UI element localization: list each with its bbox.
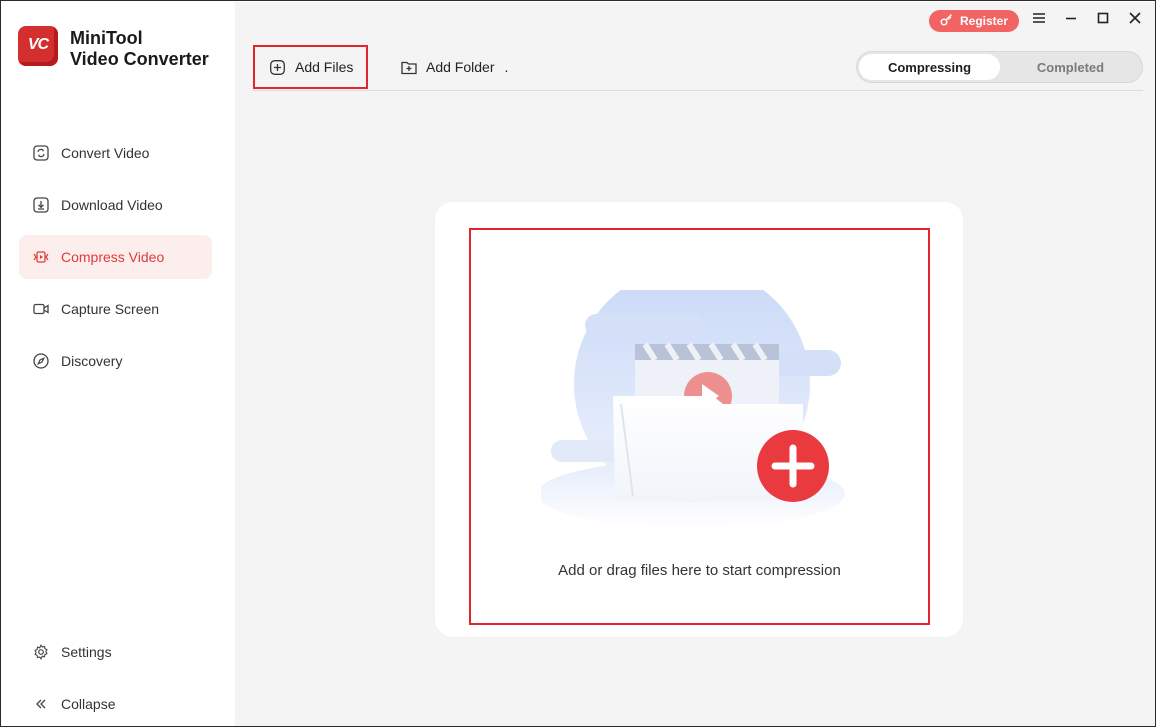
add-folder-button[interactable]: Add Folder . <box>401 45 521 89</box>
tab-compressing[interactable]: Compressing <box>859 54 1000 80</box>
app-logo: VC <box>18 26 58 66</box>
sidebar-item-convert-video[interactable]: Convert Video <box>19 131 212 175</box>
maximize-button[interactable] <box>1093 10 1113 30</box>
convert-icon <box>33 145 49 161</box>
gear-icon <box>33 644 49 660</box>
sidebar-item-label: Download Video <box>61 197 163 213</box>
sidebar-item-label: Compress Video <box>61 249 165 265</box>
sidebar-item-collapse[interactable]: Collapse <box>19 682 212 726</box>
file-drop-zone[interactable]: Add or drag files here to start compress… <box>469 228 930 625</box>
tab-completed[interactable]: Completed <box>1000 54 1141 80</box>
status-tabs: Compressing Completed <box>856 51 1143 83</box>
drop-zone-hint: Add or drag files here to start compress… <box>558 562 841 579</box>
minimize-icon <box>1065 11 1077 29</box>
hamburger-icon <box>1033 11 1045 29</box>
add-files-label: Add Files <box>295 59 354 75</box>
sidebar-item-label: Discovery <box>61 353 123 369</box>
camera-icon <box>33 301 49 317</box>
add-folder-dropdown-dot[interactable]: . <box>504 59 508 75</box>
download-icon <box>33 197 49 213</box>
main-panel: Register Add Files Add Folder . Compress… <box>235 2 1155 726</box>
maximize-icon <box>1097 11 1109 29</box>
add-files-illustration <box>541 290 845 528</box>
menu-button[interactable] <box>1029 10 1049 30</box>
sidebar: VC MiniTool Video Converter Convert Vide… <box>2 2 235 726</box>
sidebar-item-compress-video[interactable]: Compress Video <box>19 235 212 279</box>
sidebar-item-capture-screen[interactable]: Capture Screen <box>19 287 212 331</box>
register-label: Register <box>959 14 1009 28</box>
register-button[interactable]: Register <box>929 10 1019 32</box>
toolbar-divider <box>253 90 1143 91</box>
sidebar-item-download-video[interactable]: Download Video <box>19 183 212 227</box>
close-button[interactable] <box>1125 10 1145 30</box>
add-folder-label: Add Folder <box>426 59 495 75</box>
app-title: MiniTool Video Converter <box>70 28 230 70</box>
minimize-button[interactable] <box>1061 10 1081 30</box>
sidebar-item-label: Capture Screen <box>61 301 160 317</box>
app-title-line1: MiniTool <box>70 28 143 48</box>
double-chevron-left-icon <box>33 696 49 712</box>
add-files-button[interactable]: Add Files <box>253 45 368 89</box>
logo-text: VC <box>27 36 49 53</box>
app-title-line2: Video Converter <box>70 49 209 69</box>
sidebar-item-discovery[interactable]: Discovery <box>19 339 212 383</box>
key-icon <box>940 13 953 29</box>
drop-card: Add or drag files here to start compress… <box>435 202 963 637</box>
compress-icon <box>33 249 49 265</box>
add-file-icon <box>270 59 285 75</box>
app-window: VC MiniTool Video Converter Convert Vide… <box>0 0 1156 727</box>
add-folder-icon <box>401 60 417 75</box>
compass-icon <box>33 353 49 369</box>
sidebar-item-settings[interactable]: Settings <box>19 630 212 674</box>
close-icon <box>1129 11 1141 29</box>
sidebar-item-label: Settings <box>61 644 112 660</box>
sidebar-item-label: Collapse <box>61 696 116 712</box>
sidebar-item-label: Convert Video <box>61 145 150 161</box>
